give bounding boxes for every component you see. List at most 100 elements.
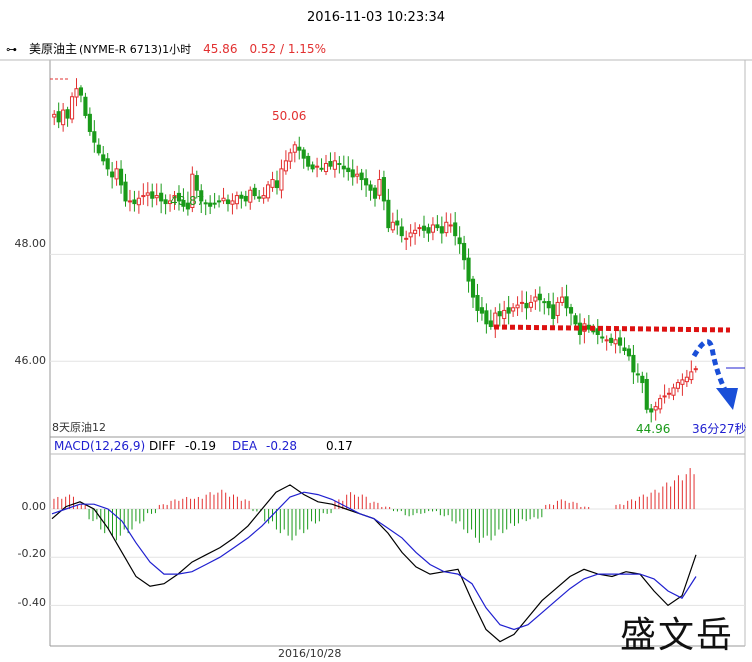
candle-body xyxy=(150,191,155,199)
candle-body xyxy=(208,202,213,207)
candle-body xyxy=(511,307,516,312)
candle-body xyxy=(132,199,137,205)
candle-body xyxy=(52,113,57,118)
candle-body xyxy=(350,169,355,178)
candle-body xyxy=(555,301,560,316)
candle-body xyxy=(426,227,431,234)
macd-line-dea xyxy=(51,491,697,631)
candle-body xyxy=(127,200,133,203)
left-low-annotation: 48.87 xyxy=(170,194,204,208)
candle-body xyxy=(297,146,302,151)
candle-body xyxy=(386,199,391,229)
candle-body xyxy=(83,96,88,116)
candle-body xyxy=(479,307,484,314)
projection-arrowhead xyxy=(716,388,738,410)
candle-body xyxy=(493,312,498,327)
macd-dea-value: -0.28 xyxy=(266,439,297,453)
candle-body xyxy=(310,164,315,170)
candle-body xyxy=(288,152,293,162)
macd-diff-value: -0.19 xyxy=(185,439,216,453)
candle-body xyxy=(626,348,632,357)
candle-body xyxy=(475,294,480,311)
macd-label: MACD(12,26,9) xyxy=(54,439,145,453)
chart-window: 2016-11-03 10:23:34 ⊶ 美原油主 (NYME-R 6713)1小… xyxy=(0,0,752,662)
candle-body xyxy=(573,315,578,325)
candle-body xyxy=(506,307,511,314)
candle-body xyxy=(524,302,529,309)
candle-body xyxy=(390,221,395,231)
candle-body xyxy=(680,379,685,385)
candle-body xyxy=(136,197,141,206)
candle-body xyxy=(502,309,507,320)
price-tick-48: 48.00 xyxy=(15,237,47,250)
candle-body xyxy=(346,167,351,173)
candle-body xyxy=(631,354,636,373)
candle-body xyxy=(359,172,364,181)
candle-body xyxy=(658,398,663,410)
projection-arrow xyxy=(691,339,729,394)
candle-body xyxy=(542,301,547,304)
candle-body xyxy=(675,382,681,389)
candle-body xyxy=(230,200,235,205)
candle-body xyxy=(604,339,609,342)
candle-body xyxy=(399,226,404,237)
candle-body xyxy=(292,144,297,153)
candle-body xyxy=(448,224,453,227)
candle-body xyxy=(430,224,435,233)
candle-body xyxy=(118,168,124,186)
low-annotation: 44.96 xyxy=(636,422,670,436)
candle-body xyxy=(323,163,329,173)
candle-body xyxy=(248,189,253,203)
candle-body xyxy=(154,195,159,199)
candle-body xyxy=(564,296,569,309)
candle-body xyxy=(519,301,525,304)
candle-body xyxy=(644,378,649,410)
candle-body xyxy=(417,227,422,230)
candle-body xyxy=(617,337,623,346)
candle-body xyxy=(466,257,471,282)
candle-body xyxy=(528,301,533,308)
candle-body xyxy=(404,237,409,240)
macd-dea-label: DEA xyxy=(232,439,258,453)
candle-body xyxy=(470,278,476,298)
candle-body xyxy=(586,324,591,330)
candle-body xyxy=(110,171,115,178)
candle-body xyxy=(87,113,92,132)
candle-body xyxy=(671,387,676,396)
candle-body xyxy=(212,202,217,205)
resistance-line xyxy=(493,324,731,333)
candle-body xyxy=(239,194,244,199)
candle-body xyxy=(560,296,565,303)
candle-body xyxy=(435,224,440,229)
candle-body xyxy=(114,168,119,180)
candle-body xyxy=(252,187,257,197)
candle-body xyxy=(105,158,110,170)
candle-body xyxy=(537,293,542,301)
macd-tick-neg040: -0.40 xyxy=(18,596,46,609)
candle-body xyxy=(257,196,262,199)
candle-body xyxy=(568,307,574,314)
candle-body xyxy=(439,226,444,234)
candle-body xyxy=(69,96,75,120)
candle-body xyxy=(266,184,271,199)
candle-body xyxy=(600,336,605,339)
candle-body xyxy=(328,161,333,167)
candle-body xyxy=(306,155,311,167)
chart-area: 50.06 48.87 44.96 36分27秒 8天原油12 48.00 46… xyxy=(0,59,752,660)
candle-body xyxy=(203,202,208,205)
candle-body xyxy=(408,232,413,238)
candle-body xyxy=(453,222,458,237)
candle-body xyxy=(635,373,640,376)
candle-body xyxy=(163,199,168,205)
candle-body xyxy=(92,131,97,143)
macd-tick-neg020: -0.20 xyxy=(18,547,46,560)
candle-body xyxy=(78,87,84,96)
candle-body xyxy=(649,408,654,413)
candle-body xyxy=(194,175,199,191)
candle-body xyxy=(319,167,324,170)
candle-body xyxy=(159,192,164,202)
candle-body xyxy=(283,160,288,172)
candle-body xyxy=(337,162,342,165)
candle-body xyxy=(217,200,222,203)
price-tick-46: 46.00 xyxy=(15,354,47,367)
